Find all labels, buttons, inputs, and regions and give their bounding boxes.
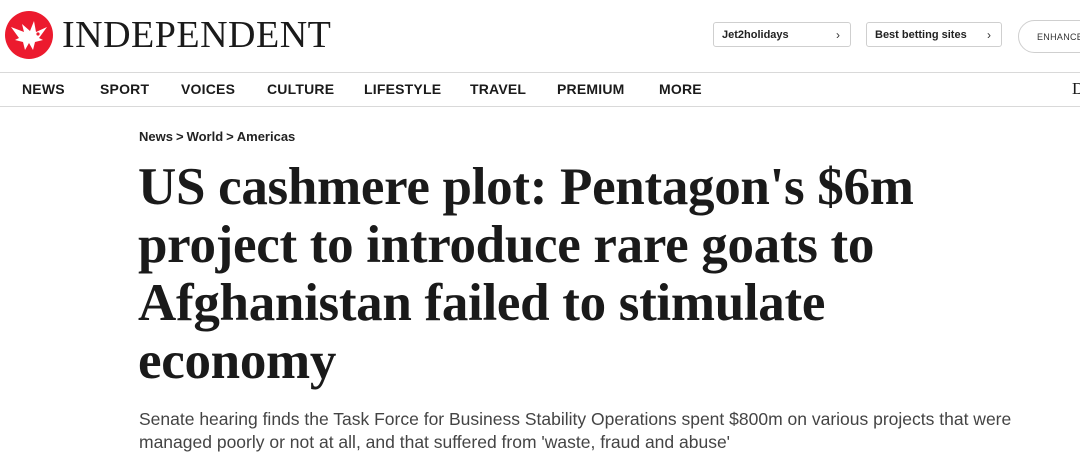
nav-item-news[interactable]: NEWS [22,81,65,97]
breadcrumb-separator: > [175,129,184,144]
nav-item-more[interactable]: MORE [659,81,702,97]
article-headline: US cashmere plot: Pentagon's $6m project… [138,158,914,390]
nav-item-lifestyle[interactable]: LIFESTYLE [364,81,441,97]
nav-item-culture[interactable]: CULTURE [267,81,334,97]
enhance-button[interactable]: ENHANCE [1018,20,1080,53]
chevron-right-icon: › [836,27,840,42]
breadcrumb-link-americas[interactable]: Americas [237,129,296,144]
breadcrumb: News > World > Americas [139,129,295,144]
article-standfirst: Senate hearing finds the Task Force for … [139,409,1012,452]
nav-item-premium[interactable]: PREMIUM [557,81,625,97]
breadcrumb-link-world[interactable]: World [187,129,224,144]
nav-item-travel[interactable]: TRAVEL [470,81,526,97]
nav-edge-glyph: D [1072,79,1080,98]
promo-link-jet2holidays[interactable]: Jet2holidays › [713,22,851,47]
main-nav: NEWS SPORT VOICES CULTURE LIFESTYLE TRAV… [0,73,1080,107]
site-logo[interactable]: INDEPENDENT [4,10,331,60]
promo-label: Jet2holidays [722,28,789,41]
breadcrumb-separator: > [226,129,234,144]
nav-item-sport[interactable]: SPORT [100,81,149,97]
chevron-right-icon: › [987,27,991,42]
site-wordmark: INDEPENDENT [62,14,332,56]
site-header: INDEPENDENT Jet2holidays › Best betting … [0,0,1080,73]
nav-item-voices[interactable]: VOICES [181,81,235,97]
breadcrumb-link-news[interactable]: News [139,129,173,144]
eagle-logo-icon [5,11,53,59]
enhance-label: ENHANCE [1037,32,1080,42]
promo-label: Best betting sites [875,28,967,41]
promo-link-betting-sites[interactable]: Best betting sites › [866,22,1002,47]
